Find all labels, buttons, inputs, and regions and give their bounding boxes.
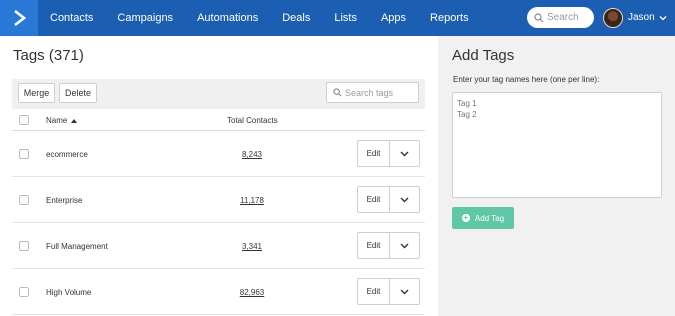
tags-panel: Tags (371) Merge Delete Search tags Name… <box>0 36 438 316</box>
table-header: Name Total Contacts <box>12 109 425 131</box>
chevron-down-icon <box>400 243 409 248</box>
user-name: Jason <box>628 12 655 23</box>
chevron-down-icon <box>400 289 409 294</box>
row-checkbox[interactable] <box>19 287 29 297</box>
add-tags-panel: Add Tags Enter your tag names here (one … <box>438 36 675 316</box>
delete-button[interactable]: Delete <box>59 83 97 103</box>
top-nav-bar: Contacts Campaigns Automations Deals Lis… <box>0 0 675 36</box>
tag-name: Full Management <box>46 242 108 251</box>
column-name-label: Name <box>46 116 68 125</box>
search-icon <box>534 12 544 22</box>
add-tags-title: Add Tags <box>452 47 515 64</box>
chevron-down-icon <box>400 197 409 202</box>
global-search-input[interactable]: Search <box>527 7 594 28</box>
tag-total-contacts-link[interactable]: 3,341 <box>212 242 292 251</box>
tag-search-input[interactable]: Search tags <box>326 82 419 103</box>
nav-lists[interactable]: Lists <box>322 0 369 36</box>
nav-reports[interactable]: Reports <box>418 0 481 36</box>
tag-names-textarea[interactable] <box>452 92 662 198</box>
add-tag-button[interactable]: + Add Tag <box>452 207 514 229</box>
tags-toolbar: Merge Delete Search tags <box>12 79 425 109</box>
chevron-down-icon <box>400 151 409 156</box>
main-nav: Contacts Campaigns Automations Deals Lis… <box>38 0 481 36</box>
chevron-down-icon <box>659 16 667 21</box>
row-menu-toggle[interactable] <box>390 187 419 212</box>
tag-search-placeholder: Search tags <box>345 87 394 98</box>
edit-button[interactable]: Edit <box>358 141 390 166</box>
row-checkbox[interactable] <box>19 195 29 205</box>
merge-button[interactable]: Merge <box>18 83 55 103</box>
column-total-header: Total Contacts <box>227 116 278 125</box>
tag-name: ecommerce <box>46 150 88 159</box>
table-row: Full Management 3,341 Edit <box>12 223 425 269</box>
chevron-right-logo-icon <box>14 9 27 27</box>
row-menu-toggle[interactable] <box>390 141 419 166</box>
page-title: Tags (371) <box>13 47 84 64</box>
tag-name: High Volume <box>46 288 92 297</box>
row-actions: Edit <box>357 278 420 305</box>
table-row: Enterprise 11,178 Edit <box>12 177 425 223</box>
row-menu-toggle[interactable] <box>390 279 419 304</box>
edit-button[interactable]: Edit <box>358 233 390 258</box>
table-row: ecommerce 8,243 Edit <box>12 131 425 177</box>
search-icon <box>333 88 342 97</box>
row-checkbox[interactable] <box>19 241 29 251</box>
row-actions: Edit <box>357 232 420 259</box>
select-all-checkbox[interactable] <box>19 115 29 125</box>
tag-total-contacts-link[interactable]: 82,963 <box>212 288 292 297</box>
sort-ascending-icon <box>71 118 78 123</box>
table-row: High Volume 82,963 Edit <box>12 269 425 315</box>
nav-automations[interactable]: Automations <box>185 0 270 36</box>
tag-total-contacts-link[interactable]: 8,243 <box>212 150 292 159</box>
add-tag-label: Add Tag <box>474 213 505 223</box>
nav-campaigns[interactable]: Campaigns <box>105 0 185 36</box>
user-menu[interactable]: Jason <box>628 0 667 36</box>
edit-button[interactable]: Edit <box>358 187 390 212</box>
row-actions: Edit <box>357 140 420 167</box>
app-logo[interactable] <box>0 0 38 36</box>
row-checkbox[interactable] <box>19 149 29 159</box>
avatar[interactable] <box>603 8 623 28</box>
tag-name: Enterprise <box>46 196 83 205</box>
nav-deals[interactable]: Deals <box>270 0 322 36</box>
row-menu-toggle[interactable] <box>390 233 419 258</box>
global-search-placeholder: Search <box>547 12 579 23</box>
nav-contacts[interactable]: Contacts <box>38 0 105 36</box>
tag-total-contacts-link[interactable]: 11,178 <box>212 196 292 205</box>
column-name-header[interactable]: Name <box>46 116 78 125</box>
edit-button[interactable]: Edit <box>358 279 390 304</box>
add-tags-help-text: Enter your tag names here (one per line)… <box>453 75 600 84</box>
row-actions: Edit <box>357 186 420 213</box>
nav-apps[interactable]: Apps <box>369 0 418 36</box>
plus-circle-icon: + <box>461 213 470 222</box>
